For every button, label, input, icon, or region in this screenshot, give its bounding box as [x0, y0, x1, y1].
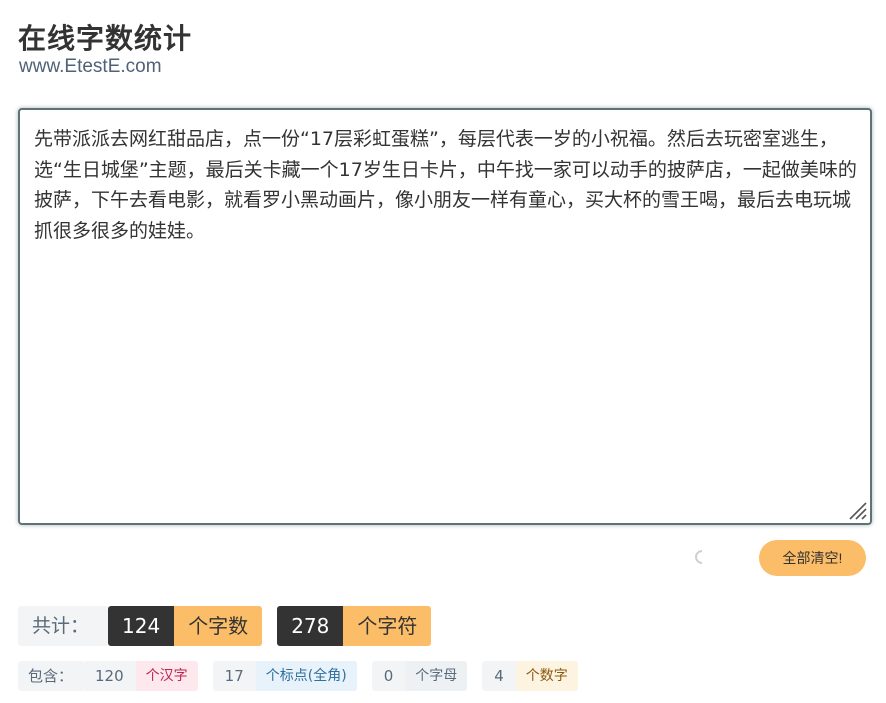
editor-content[interactable]: 先带派派去网红甜品店，点一份“17层彩虹蛋糕”，每层代表一岁的小祝福。然后去玩密… — [34, 124, 860, 246]
char-count-value: 278 — [277, 606, 344, 646]
resize-grip-icon[interactable] — [846, 499, 868, 521]
punct-count-badge: 17 个标点(全角) — [212, 661, 357, 691]
digit-count-badge: 4 个数字 — [482, 661, 578, 691]
char-count-badge: 278 个字符 — [277, 606, 432, 646]
details-row: 包含： 120 个汉字 17 个标点(全角) 0 个字母 4 个数字 — [18, 661, 593, 691]
alpha-count-unit: 个字母 — [405, 661, 468, 691]
word-count-badge: 124 个字数 — [108, 606, 263, 646]
han-count-value: 120 — [83, 661, 136, 691]
punct-count-unit: 个标点(全角) — [255, 661, 357, 691]
page-title: 在线字数统计 — [18, 22, 193, 55]
clear-all-button[interactable]: 全部清空! — [759, 540, 866, 576]
punct-count-value: 17 — [212, 661, 256, 691]
page: 在线字数统计 www.EtestE.com 先带派派去网红甜品店，点一份“17层… — [0, 0, 886, 703]
totals-label: 共计： — [18, 606, 108, 646]
text-input-area[interactable]: 先带派派去网红甜品店，点一份“17层彩虹蛋糕”，每层代表一岁的小祝福。然后去玩密… — [18, 108, 872, 525]
han-count-badge: 120 个汉字 — [83, 661, 198, 691]
han-count-unit: 个汉字 — [135, 661, 198, 691]
char-count-unit: 个字符 — [343, 606, 432, 646]
alpha-count-badge: 0 个字母 — [371, 661, 468, 691]
digit-count-unit: 个数字 — [515, 661, 578, 691]
word-count-value: 124 — [108, 606, 175, 646]
word-count-unit: 个字数 — [174, 606, 263, 646]
totals-row: 共计： 124 个字数 278 个字符 — [18, 606, 446, 646]
site-url[interactable]: www.EtestE.com — [19, 56, 162, 78]
digit-count-value: 4 — [482, 661, 516, 691]
alpha-count-value: 0 — [371, 661, 406, 691]
loading-spinner-icon — [692, 547, 712, 567]
details-label: 包含： — [18, 661, 84, 691]
